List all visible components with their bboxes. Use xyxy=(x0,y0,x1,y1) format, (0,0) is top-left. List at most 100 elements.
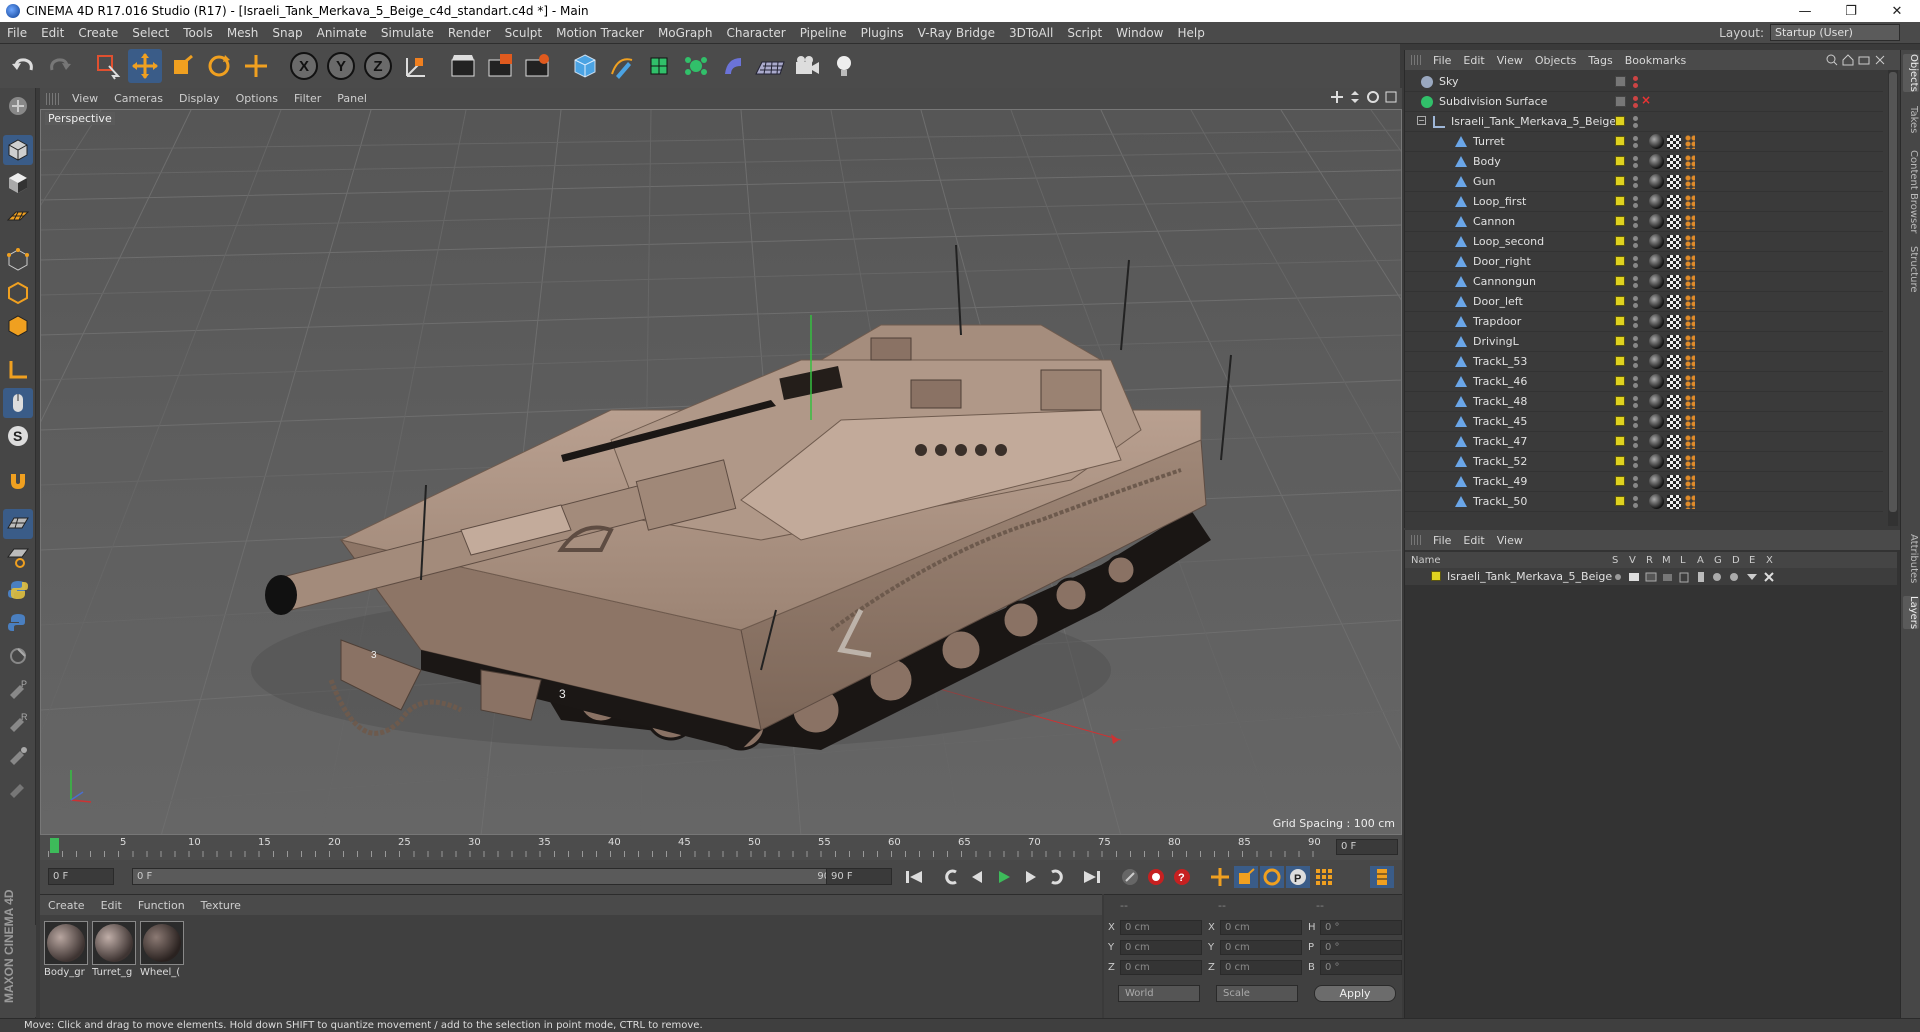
column-view[interactable]: V xyxy=(1629,555,1636,566)
editor-visibility-dot[interactable] xyxy=(1633,156,1638,161)
render-visibility-dot[interactable] xyxy=(1633,303,1638,308)
material-tag-icon[interactable] xyxy=(1649,214,1664,229)
object-row[interactable]: Gun xyxy=(1405,172,1883,192)
material-tag-icon[interactable] xyxy=(1649,354,1664,369)
render-visibility-dot[interactable] xyxy=(1633,443,1638,448)
material-tag-icon[interactable] xyxy=(1649,474,1664,489)
size-mode-dropdown[interactable]: Scale xyxy=(1216,985,1298,1002)
render-visibility-dot[interactable] xyxy=(1633,263,1638,268)
end-frame-field[interactable]: 90 F xyxy=(826,868,892,885)
timeline-ruler[interactable]: 0 5 10 15 20 25 30 35 40 45 50 55 60 65 … xyxy=(40,835,1402,860)
move-icon[interactable] xyxy=(128,49,162,83)
editor-visibility-dot[interactable] xyxy=(1633,116,1638,121)
key-scale-icon[interactable] xyxy=(1234,866,1258,888)
goto-end-icon[interactable] xyxy=(1080,866,1104,888)
object-name[interactable]: DrivingL xyxy=(1473,335,1519,348)
layer-color-swatch[interactable] xyxy=(1431,571,1441,581)
layer-color-swatch[interactable] xyxy=(1615,376,1625,386)
layer-color-swatch[interactable] xyxy=(1615,176,1625,186)
editor-visibility-dot[interactable] xyxy=(1633,496,1638,501)
texture-tag-icon[interactable] xyxy=(1667,195,1681,209)
menu-mesh[interactable]: Mesh xyxy=(220,26,266,40)
tab-layers[interactable]: Layers xyxy=(1903,596,1919,630)
render-visibility-dot[interactable] xyxy=(1633,163,1638,168)
maximize-button[interactable]: ❐ xyxy=(1828,0,1874,22)
phong-tag-icon[interactable] xyxy=(1685,255,1695,269)
render-visibility-dot[interactable] xyxy=(1633,343,1638,348)
object-row[interactable]: Door_left xyxy=(1405,292,1883,312)
menu-edit[interactable]: Edit xyxy=(34,26,71,40)
material-tag-icon[interactable] xyxy=(1649,174,1664,189)
menu-help[interactable]: Help xyxy=(1170,26,1211,40)
viewport-menu-options[interactable]: Options xyxy=(228,92,286,105)
rotation-b-field[interactable]: 0 ° xyxy=(1320,959,1402,975)
expand-toggle-icon[interactable]: − xyxy=(1417,116,1426,125)
polygons-mode-icon[interactable] xyxy=(3,311,33,341)
phong-tag-icon[interactable] xyxy=(1685,375,1695,389)
texture-tag-icon[interactable] xyxy=(1667,295,1681,309)
expand-panel-icon[interactable] xyxy=(1874,54,1886,66)
rotation-p-field[interactable]: 0 ° xyxy=(1320,939,1402,955)
phong-tag-icon[interactable] xyxy=(1685,275,1695,289)
render-visibility-dot[interactable] xyxy=(1633,423,1638,428)
frame-range-slider[interactable]: 0 F 90 F xyxy=(132,868,858,885)
y-axis-icon[interactable]: Y xyxy=(324,49,358,83)
material-tag-icon[interactable] xyxy=(1649,414,1664,429)
menu-file[interactable]: File xyxy=(0,26,34,40)
texture-tag-icon[interactable] xyxy=(1667,175,1681,189)
editor-visibility-dot[interactable] xyxy=(1633,356,1638,361)
tab-content-browser[interactable]: Content Browser xyxy=(1903,150,1919,233)
pen-icon[interactable] xyxy=(605,49,639,83)
zoom-view-icon[interactable] xyxy=(1348,90,1362,104)
material-tag-icon[interactable] xyxy=(1649,334,1664,349)
light-icon[interactable] xyxy=(827,49,861,83)
layer-color-swatch[interactable] xyxy=(1615,276,1625,286)
menu-sculpt[interactable]: Sculpt xyxy=(498,26,549,40)
menu-script[interactable]: Script xyxy=(1060,26,1109,40)
column-xref[interactable]: X xyxy=(1766,555,1773,566)
toggle-view-icon[interactable] xyxy=(1384,90,1398,104)
apply-button[interactable]: Apply xyxy=(1314,985,1396,1002)
layout-dropdown[interactable]: Startup (User) xyxy=(1770,24,1900,41)
texture-tag-icon[interactable] xyxy=(1667,455,1681,469)
layer-color-swatch[interactable] xyxy=(1615,476,1625,486)
menu-mograph[interactable]: MoGraph xyxy=(651,26,720,40)
tool-d-icon[interactable] xyxy=(3,740,33,770)
object-name[interactable]: Cannon xyxy=(1473,215,1515,228)
viewport-camera-label[interactable]: Perspective xyxy=(45,112,115,125)
material-swatch-turret[interactable]: Turret_g xyxy=(92,921,136,978)
om-menu-objects[interactable]: Objects xyxy=(1529,54,1583,67)
layer-color-swatch[interactable] xyxy=(1615,456,1625,466)
render-visibility-dot[interactable] xyxy=(1633,123,1638,128)
object-name[interactable]: TrackL_49 xyxy=(1473,475,1527,488)
menu-pipeline[interactable]: Pipeline xyxy=(793,26,854,40)
layer-color-swatch[interactable] xyxy=(1615,196,1625,206)
coord-system-icon[interactable] xyxy=(398,49,432,83)
size-y-field[interactable]: 0 cm xyxy=(1220,939,1302,955)
size-z-field[interactable]: 0 cm xyxy=(1220,959,1302,975)
render-visibility-dot[interactable] xyxy=(1633,363,1638,368)
python-generator-icon[interactable] xyxy=(3,608,33,638)
material-tag-icon[interactable] xyxy=(1649,234,1664,249)
texture-tag-icon[interactable] xyxy=(1667,415,1681,429)
key-rotation-icon[interactable] xyxy=(1260,866,1284,888)
object-row[interactable]: Loop_first xyxy=(1405,192,1883,212)
layer-color-swatch[interactable] xyxy=(1615,496,1625,506)
column-manager[interactable]: M xyxy=(1662,555,1671,566)
column-deformers[interactable]: D xyxy=(1732,555,1740,566)
editor-visibility-dot[interactable] xyxy=(1633,256,1638,261)
object-row[interactable]: TrackL_53 xyxy=(1405,352,1883,372)
object-name[interactable]: TrackL_50 xyxy=(1473,495,1527,508)
layer-color-swatch[interactable] xyxy=(1615,316,1625,326)
panel-grip-icon[interactable] xyxy=(1411,535,1423,545)
object-name[interactable]: Israeli_Tank_Merkava_5_Beige xyxy=(1451,115,1616,128)
layer-color-swatch[interactable] xyxy=(1615,296,1625,306)
object-name[interactable]: Gun xyxy=(1473,175,1495,188)
phong-tag-icon[interactable] xyxy=(1685,295,1695,309)
new-view-icon[interactable] xyxy=(1858,54,1870,66)
object-row[interactable]: Trapdoor xyxy=(1405,312,1883,332)
material-swatch-wheel[interactable]: Wheel_( xyxy=(140,921,184,978)
scrollbar-thumb[interactable] xyxy=(1889,72,1897,512)
menu-create[interactable]: Create xyxy=(71,26,125,40)
column-generators[interactable]: G xyxy=(1714,555,1722,566)
